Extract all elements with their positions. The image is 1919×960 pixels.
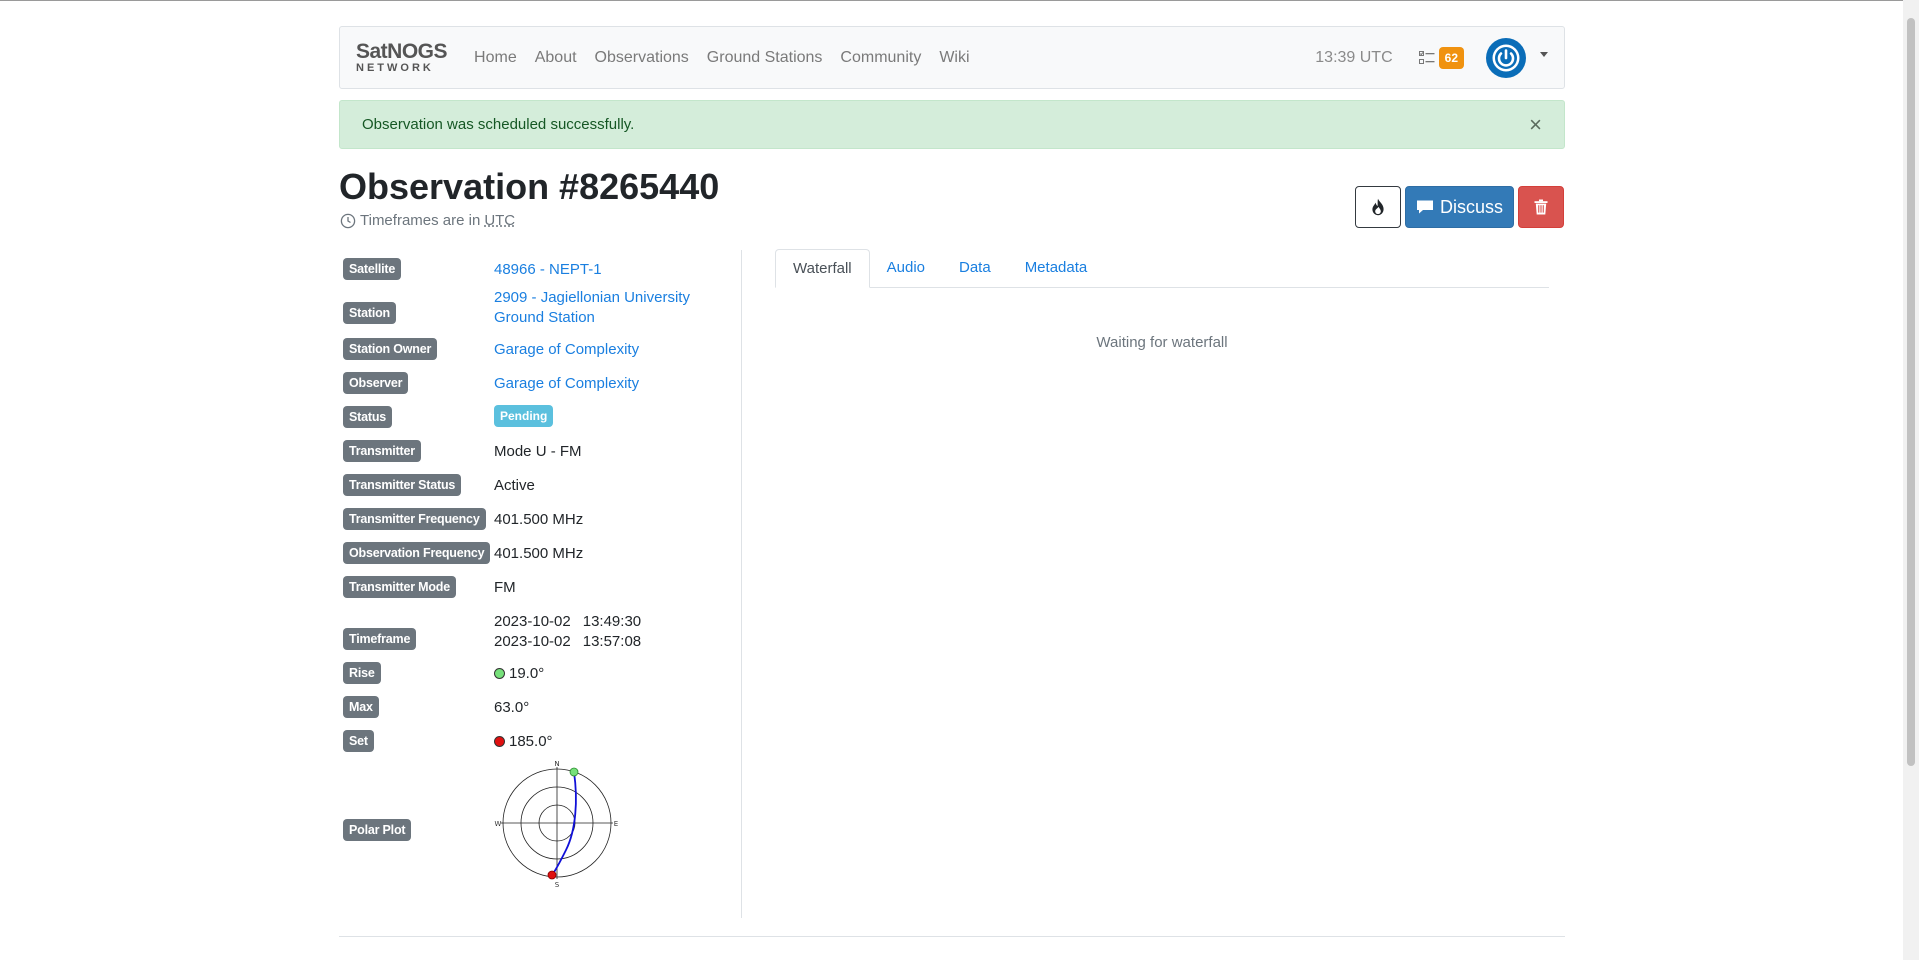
observation-actions: Discuss — [1355, 186, 1564, 228]
timeframe-value: 2023-10-02 13:49:30 2023-10-02 13:57:08 — [494, 612, 641, 652]
user-avatar[interactable] — [1486, 37, 1526, 78]
max-label: Max — [343, 696, 379, 718]
transmitter-mode-value: FM — [494, 579, 516, 596]
nav-ground-stations[interactable]: Ground Stations — [698, 49, 832, 67]
polar-label-n: N — [554, 760, 559, 768]
power-icon — [1492, 44, 1520, 71]
timezone-text: Timeframes are in — [360, 212, 481, 229]
station-owner-link[interactable]: Garage of Complexity — [494, 341, 639, 358]
nav-links: Home About Observations Ground Stations … — [465, 49, 979, 67]
nav-observations[interactable]: Observations — [586, 49, 698, 67]
polar-set-marker — [547, 870, 557, 880]
top-rule — [0, 0, 1919, 1]
observation-frequency-value: 401.500 MHz — [494, 545, 584, 562]
end-date: 2023-10-02 — [494, 633, 571, 650]
polar-plot: N E S W — [495, 760, 619, 889]
page-scrollbar[interactable] — [1903, 0, 1919, 960]
timezone-note: Timeframes are in UTC — [340, 212, 515, 229]
status-badge: Pending — [494, 405, 554, 427]
start-date: 2023-10-02 — [494, 613, 571, 630]
page-title: Observation #8265440 — [339, 166, 720, 207]
satellite-link[interactable]: 48966 - NEPT-1 — [494, 261, 602, 278]
nav-home[interactable]: Home — [465, 49, 526, 67]
column-divider — [741, 250, 742, 918]
end-time: 13:57:08 — [582, 633, 642, 650]
observation-frequency-label: Observation Frequency — [343, 542, 491, 564]
station-label: Station — [343, 302, 396, 324]
rise-value: 19.0° — [509, 665, 545, 682]
tasks-button[interactable]: 62 — [1418, 46, 1464, 69]
fire-icon — [1372, 198, 1384, 216]
waterfall-status: Waiting for waterfall — [1096, 334, 1228, 351]
rise-label: Rise — [343, 662, 381, 684]
nav-about[interactable]: About — [526, 49, 586, 67]
footer-rule — [339, 936, 1565, 937]
transmitter-label: Transmitter — [343, 440, 421, 462]
status-label: Status — [343, 406, 393, 428]
rise-indicator-icon — [494, 668, 505, 679]
station-owner-label: Station Owner — [343, 338, 438, 360]
discuss-label: Discuss — [1439, 196, 1503, 217]
brand-line1: SatNOGS — [356, 40, 448, 63]
tab-metadata[interactable]: Metadata — [1008, 249, 1105, 288]
tab-audio[interactable]: Audio — [870, 249, 942, 288]
delete-button[interactable] — [1518, 186, 1564, 228]
timezone-abbr: UTC — [484, 212, 516, 229]
brand-line2: NETWORK — [356, 62, 434, 74]
transmitter-status-label: Transmitter Status — [343, 474, 462, 496]
station-link[interactable]: 2909 - Jagiellonian University Ground St… — [494, 288, 690, 328]
start-time: 13:49:30 — [582, 613, 642, 630]
scrollbar-thumb[interactable] — [1907, 18, 1915, 766]
polar-rise-marker — [569, 767, 579, 777]
utc-clock: 13:39 UTC — [1315, 48, 1393, 66]
trash-icon — [1534, 199, 1548, 215]
transmitter-status-value: Active — [494, 477, 535, 494]
polar-label-s: S — [555, 881, 560, 889]
tasks-count-badge: 62 — [1438, 46, 1464, 69]
max-value: 63.0° — [494, 699, 530, 716]
user-menu-caret-icon[interactable] — [1540, 52, 1548, 57]
navbar: SatNOGS NETWORK Home About Observations … — [339, 26, 1565, 89]
success-alert: Observation was scheduled successfully. … — [339, 100, 1565, 149]
clock-icon — [340, 213, 356, 228]
timeframe-label: Timeframe — [343, 628, 417, 650]
observer-label: Observer — [343, 372, 409, 394]
alert-message: Observation was scheduled successfully. — [362, 116, 635, 133]
discuss-button[interactable]: Discuss — [1405, 186, 1514, 228]
alert-close-button[interactable]: × — [1529, 113, 1542, 136]
tab-waterfall[interactable]: Waterfall — [775, 249, 870, 288]
polar-label-e: E — [614, 820, 618, 828]
rate-observation-button[interactable] — [1355, 186, 1401, 228]
brand-logo[interactable]: SatNOGS NETWORK — [356, 40, 448, 74]
station-link-line1[interactable]: 2909 - Jagiellonian University — [494, 289, 690, 306]
set-label: Set — [343, 730, 374, 752]
tab-data[interactable]: Data — [942, 249, 1008, 288]
set-value: 185.0° — [509, 733, 553, 750]
polar-label-w: W — [495, 820, 502, 828]
comment-icon — [1416, 200, 1433, 214]
nav-right: 13:39 UTC 62 — [1315, 37, 1548, 78]
transmitter-value: Mode U - FM — [494, 443, 582, 460]
nav-wiki[interactable]: Wiki — [930, 49, 978, 67]
transmitter-frequency-label: Transmitter Frequency — [343, 508, 486, 530]
transmitter-frequency-value: 401.500 MHz — [494, 511, 584, 528]
satellite-label: Satellite — [343, 258, 402, 280]
observation-tabs: Waterfall Audio Data Metadata — [775, 249, 1549, 288]
polar-plot-label: Polar Plot — [343, 819, 412, 841]
observer-link[interactable]: Garage of Complexity — [494, 375, 639, 392]
station-link-line2[interactable]: Ground Station — [494, 309, 595, 326]
set-indicator-icon — [494, 736, 505, 747]
transmitter-mode-label: Transmitter Mode — [343, 576, 456, 598]
nav-community[interactable]: Community — [831, 49, 930, 67]
task-list-icon — [1418, 50, 1435, 64]
